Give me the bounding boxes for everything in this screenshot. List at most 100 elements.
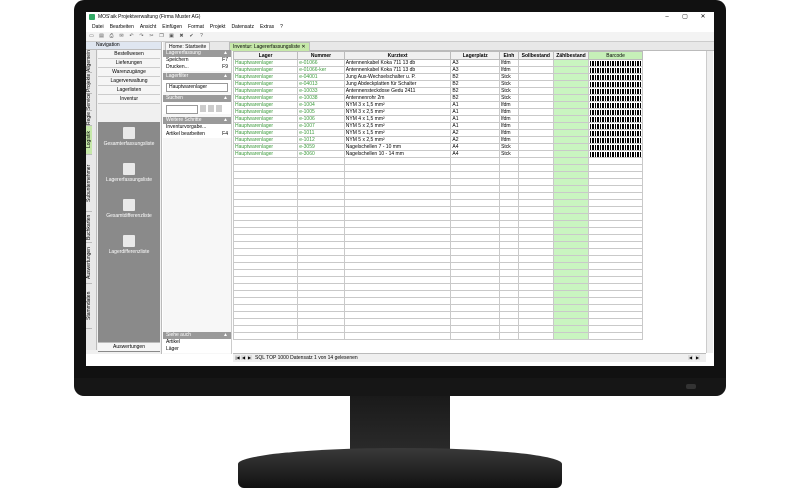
table-cell[interactable] (499, 318, 519, 326)
table-cell[interactable]: A4 (450, 143, 501, 151)
table-cell[interactable] (499, 234, 519, 242)
table-cell[interactable]: Hauptwarenlager (233, 129, 299, 137)
table-cell[interactable]: lfdm (499, 136, 519, 144)
vtab-subunternehmer[interactable]: Subunternehmer (86, 155, 92, 212)
table-cell[interactable] (450, 234, 501, 242)
table-cell[interactable] (499, 283, 519, 291)
empty-row[interactable] (233, 220, 643, 228)
table-cell[interactable] (552, 283, 590, 291)
table-cell[interactable] (588, 185, 643, 193)
table-cell[interactable] (297, 325, 345, 333)
action-speichern[interactable]: Speichern F7 (163, 57, 231, 64)
menu-8[interactable]: ? (280, 23, 283, 32)
table-cell[interactable] (233, 297, 299, 305)
list-button-0[interactable]: Gesamterfassungsliste (98, 127, 160, 158)
table-cell[interactable] (588, 101, 643, 109)
table-cell[interactable] (297, 311, 345, 319)
table-cell[interactable] (499, 248, 519, 256)
table-cell[interactable] (450, 325, 501, 333)
menu-0[interactable]: Datei (92, 23, 104, 32)
table-cell[interactable] (517, 87, 554, 95)
search-input[interactable] (166, 105, 198, 114)
table-cell[interactable] (450, 269, 501, 277)
nav-auswertungen[interactable]: Auswertungen (98, 342, 160, 351)
empty-row[interactable] (233, 283, 643, 291)
empty-row[interactable] (233, 290, 643, 298)
table-cell[interactable] (588, 318, 643, 326)
table-cell[interactable] (552, 192, 590, 200)
link-artikel[interactable]: Artikel (163, 339, 231, 346)
table-cell[interactable] (588, 73, 643, 81)
table-cell[interactable] (517, 192, 554, 200)
table-cell[interactable] (588, 297, 643, 305)
table-cell[interactable]: Stck (499, 94, 519, 102)
table-cell[interactable] (343, 269, 452, 277)
table-cell[interactable] (499, 164, 519, 172)
table-cell[interactable] (552, 304, 590, 312)
nav-item-2[interactable]: Warenzugänge (98, 68, 160, 77)
table-cell[interactable] (588, 304, 643, 312)
table-cell[interactable] (517, 276, 554, 284)
table-cell[interactable] (552, 255, 590, 263)
save-icon[interactable]: ▤ (98, 33, 105, 39)
folder-icon[interactable]: ▭ (88, 33, 95, 39)
table-cell[interactable] (517, 262, 554, 270)
table-cell[interactable] (517, 73, 554, 81)
empty-row[interactable] (233, 318, 643, 326)
table-cell[interactable]: Stck (499, 87, 519, 95)
table-cell[interactable] (588, 199, 643, 207)
menu-5[interactable]: Projekt (210, 23, 226, 32)
collapse-icon[interactable]: ▲ (223, 332, 228, 339)
table-cell[interactable] (343, 255, 452, 263)
table-cell[interactable] (552, 220, 590, 228)
table-cell[interactable] (450, 297, 501, 305)
table-cell[interactable]: NYM 3 x 2,5 mm² (343, 108, 452, 116)
table-cell[interactable] (517, 108, 554, 116)
collapse-icon[interactable]: ▲ (223, 117, 228, 124)
menu-4[interactable]: Format (188, 23, 204, 32)
vertical-scrollbar[interactable] (706, 51, 713, 353)
empty-row[interactable] (233, 325, 643, 333)
table-cell[interactable]: Stck (499, 143, 519, 151)
table-cell[interactable] (517, 234, 554, 242)
table-cell[interactable] (343, 311, 452, 319)
lagerfilter-select[interactable]: Hauptwarenlager (166, 83, 228, 92)
nav-item-0[interactable]: Bestellwesen (98, 50, 160, 59)
scroll-left-button[interactable]: ◀ (688, 355, 693, 360)
table-cell[interactable]: Stck (499, 73, 519, 81)
table-cell[interactable] (343, 206, 452, 214)
table-cell[interactable] (343, 234, 452, 242)
table-cell[interactable] (588, 136, 643, 144)
table-cell[interactable] (517, 66, 554, 74)
table-cell[interactable] (450, 192, 501, 200)
table-cell[interactable] (233, 241, 299, 249)
table-row[interactable]: Hauptwarenlager e-1011 NYM 5 x 1,5 mm² A2 lf… (233, 129, 643, 137)
table-cell[interactable] (450, 157, 501, 165)
search-icon[interactable] (200, 105, 206, 112)
table-cell[interactable] (517, 136, 554, 144)
table-cell[interactable]: Hauptwarenlager (233, 122, 299, 130)
table-cell[interactable] (233, 164, 299, 172)
empty-row[interactable] (233, 276, 643, 284)
table-cell[interactable] (588, 171, 643, 179)
table-row[interactable]: Hauptwarenlager e-01066-ker Antennenkabel … (233, 66, 643, 74)
table-cell[interactable] (552, 269, 590, 277)
table-cell[interactable] (343, 192, 452, 200)
empty-row[interactable] (233, 241, 643, 249)
table-cell[interactable] (233, 220, 299, 228)
column-header[interactable]: Zählbestand (552, 51, 590, 60)
table-cell[interactable] (450, 262, 501, 270)
empty-row[interactable] (233, 185, 643, 193)
table-cell[interactable] (588, 164, 643, 172)
table-cell[interactable] (588, 311, 643, 319)
table-cell[interactable] (588, 290, 643, 298)
table-row[interactable]: Hauptwarenlager e-1005 NYM 3 x 2,5 mm² A1 lf… (233, 108, 643, 116)
table-cell[interactable]: Hauptwarenlager (233, 115, 299, 123)
table-cell[interactable] (588, 234, 643, 242)
table-cell[interactable] (552, 311, 590, 319)
table-cell[interactable]: e-1011 (297, 129, 345, 137)
table-cell[interactable] (343, 220, 452, 228)
table-cell[interactable] (588, 332, 643, 340)
table-cell[interactable]: lfdm (499, 129, 519, 137)
table-cell[interactable] (450, 171, 501, 179)
